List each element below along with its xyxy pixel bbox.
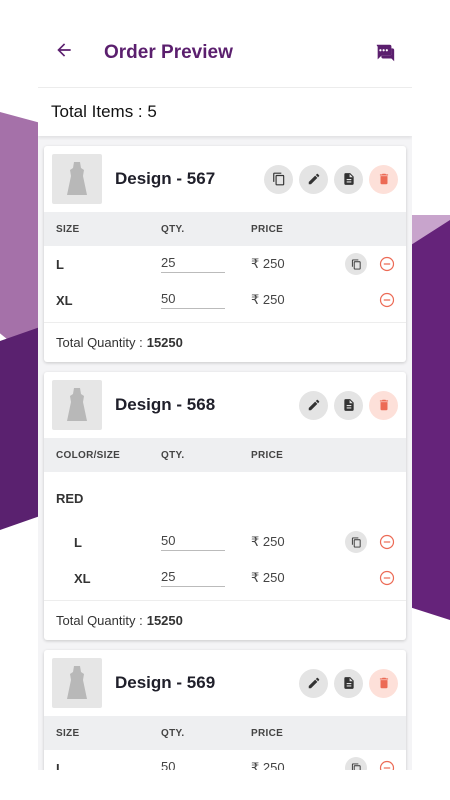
dress-icon	[67, 162, 87, 195]
column-header-qty: QTY.	[161, 727, 185, 739]
quantity-input[interactable]: 25	[161, 569, 225, 587]
pencil-icon	[308, 677, 319, 689]
copy-icon	[351, 258, 361, 270]
view-document-button[interactable]	[334, 390, 363, 420]
card-header: Design - 569	[44, 650, 406, 716]
card-header: Design - 568	[44, 372, 406, 438]
copy-icon	[351, 536, 361, 548]
table-row: XL 50 ₹ 250	[44, 282, 406, 318]
design-thumbnail[interactable]	[52, 154, 102, 204]
trash-icon	[379, 677, 388, 689]
edit-design-button[interactable]	[299, 164, 328, 194]
back-button[interactable]	[54, 40, 84, 65]
card-actions	[299, 668, 398, 698]
minus-circle-icon[interactable]	[379, 534, 395, 550]
table-row: L 50 ₹ 250	[44, 524, 406, 560]
copy-icon	[351, 762, 361, 770]
edit-design-button[interactable]	[299, 668, 328, 698]
total-quantity-value: 15250	[146, 613, 183, 628]
size-label: L	[56, 760, 64, 771]
copy-row-button[interactable]	[345, 253, 367, 275]
design-card: Design - 569 SIZE QTY. PRICE L 50 ₹ 250	[44, 650, 406, 770]
app-bar: Order Preview	[38, 18, 412, 88]
total-quantity-value: 15250	[146, 335, 183, 350]
design-name: Design - 569	[115, 673, 216, 692]
quantity-input[interactable]: 25	[161, 255, 225, 273]
table-row: L 50 ₹ 250	[44, 750, 406, 770]
total-quantity: Total Quantity : 15250	[44, 322, 406, 362]
price-value: ₹ 250	[251, 256, 285, 271]
design-thumbnail[interactable]	[52, 658, 102, 708]
column-header-qty: QTY.	[161, 223, 185, 235]
document-icon	[343, 399, 354, 411]
design-name: Design - 567	[115, 169, 216, 188]
pencil-icon	[308, 399, 319, 411]
minus-circle-icon[interactable]	[379, 760, 395, 770]
size-label: XL	[74, 570, 91, 586]
column-header-size: SIZE	[56, 727, 80, 739]
price-value: ₹ 250	[251, 534, 285, 549]
card-actions	[264, 164, 398, 194]
table-row: XL 25 ₹ 250	[44, 560, 406, 596]
card-header: Design - 567	[44, 146, 406, 212]
dress-icon	[67, 666, 87, 699]
total-items-bar: Total Items : 5	[38, 88, 412, 136]
trash-icon	[379, 399, 388, 411]
minus-circle-icon[interactable]	[379, 256, 395, 272]
column-header-price: PRICE	[251, 449, 284, 461]
design-card: Design - 567 SIZE QTY. PRICE L 25 ₹ 250 …	[44, 146, 406, 362]
column-header-size: SIZE	[56, 223, 80, 235]
price-value: ₹ 250	[251, 292, 285, 307]
view-document-button[interactable]	[334, 668, 363, 698]
document-icon	[343, 677, 354, 689]
size-label: L	[74, 534, 82, 550]
chat-button[interactable]	[374, 42, 396, 64]
price-value: ₹ 250	[251, 570, 285, 585]
delete-design-button[interactable]	[369, 668, 398, 698]
size-label: L	[56, 256, 64, 272]
copy-row-button[interactable]	[345, 757, 367, 770]
size-label: XL	[56, 292, 73, 308]
color-label: RED	[56, 490, 84, 506]
table-row: L 25 ₹ 250	[44, 246, 406, 282]
quantity-input[interactable]: 50	[161, 759, 225, 770]
design-card: Design - 568 COLOR/SIZE QTY. PRICE RED L…	[44, 372, 406, 640]
view-document-button[interactable]	[334, 164, 363, 194]
table-header: COLOR/SIZE QTY. PRICE	[44, 438, 406, 472]
chat-icon	[376, 44, 395, 61]
trash-icon	[379, 173, 388, 185]
total-quantity-label: Total Quantity :	[56, 335, 143, 350]
column-header-qty: QTY.	[161, 449, 185, 461]
design-list: Design - 567 SIZE QTY. PRICE L 25 ₹ 250 …	[38, 136, 412, 770]
dress-icon	[67, 388, 87, 421]
quantity-input[interactable]: 50	[161, 291, 225, 309]
design-thumbnail[interactable]	[52, 380, 102, 430]
page-title: Order Preview	[104, 41, 233, 63]
copy-icon	[272, 172, 284, 186]
delete-design-button[interactable]	[369, 164, 398, 194]
quantity-input[interactable]: 50	[161, 533, 225, 551]
design-name: Design - 568	[115, 395, 216, 414]
edit-design-button[interactable]	[299, 390, 328, 420]
column-header-color-size: COLOR/SIZE	[56, 449, 121, 461]
column-header-price: PRICE	[251, 223, 284, 235]
arrow-back-icon	[57, 43, 71, 57]
card-actions	[299, 390, 398, 420]
app-screen: Order Preview Total Items : 5 Design - 5…	[38, 18, 412, 770]
delete-design-button[interactable]	[369, 390, 398, 420]
document-icon	[343, 173, 354, 185]
price-value: ₹ 250	[251, 760, 285, 770]
table-header: SIZE QTY. PRICE	[44, 716, 406, 750]
total-quantity: Total Quantity : 15250	[44, 600, 406, 640]
column-header-price: PRICE	[251, 727, 284, 739]
minus-circle-icon[interactable]	[379, 292, 395, 308]
minus-circle-icon[interactable]	[379, 570, 395, 586]
table-header: SIZE QTY. PRICE	[44, 212, 406, 246]
copy-design-button[interactable]	[264, 164, 293, 194]
pencil-icon	[308, 173, 319, 185]
total-quantity-label: Total Quantity :	[56, 613, 143, 628]
total-items-label: Total Items : 5	[51, 102, 157, 121]
copy-row-button[interactable]	[345, 531, 367, 553]
